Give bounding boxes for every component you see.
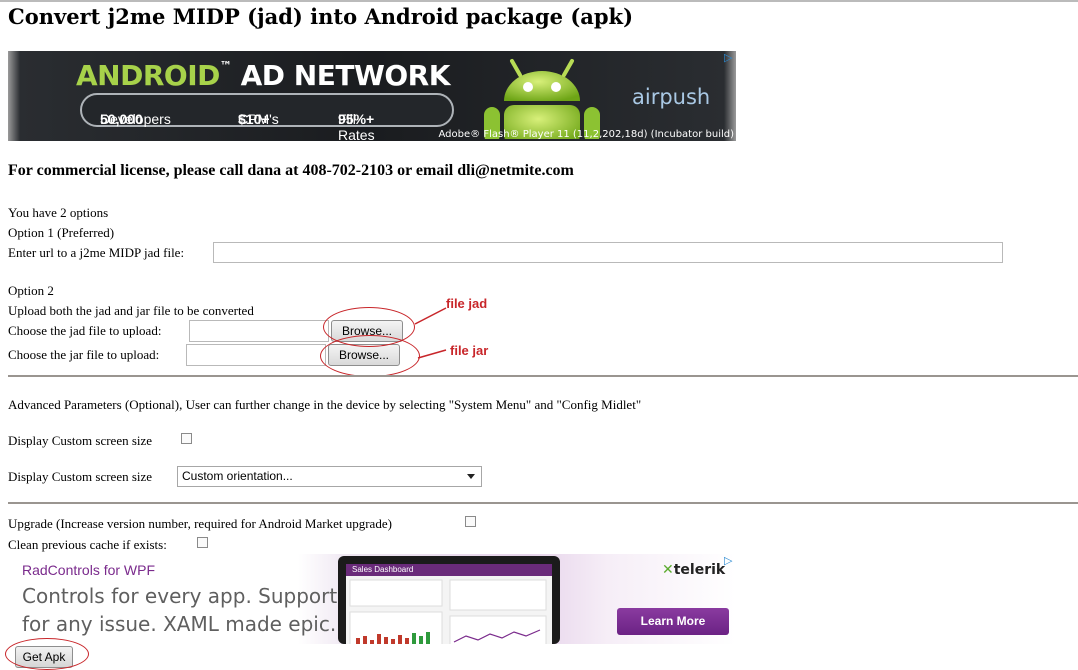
annotation-file-jad: file jad xyxy=(446,296,488,311)
dashboard-charts xyxy=(349,579,547,644)
options-intro: You have 2 options xyxy=(8,205,109,220)
android-robot-icon xyxy=(484,59,600,139)
jad-file-label: Choose the jad file to upload: xyxy=(8,323,162,338)
annotation-circle-jar xyxy=(320,335,420,377)
option1-label: Option 1 (Preferred) xyxy=(8,225,115,240)
upload-instructions: Upload both the jad and jar file to be c… xyxy=(8,303,254,318)
ad-banner-bottom[interactable]: RadControls for WPF Controls for every a… xyxy=(8,554,736,644)
ad-headline: ANDROID™ AD NETWORK xyxy=(76,59,450,92)
flash-player-note: Adobe® Flash® Player 11 (11,2,202,18d) (… xyxy=(438,129,734,140)
jad-url-input[interactable] xyxy=(213,242,1003,263)
jar-file-path[interactable] xyxy=(186,344,326,366)
orientation-select[interactable]: Custom orientation... xyxy=(177,466,482,487)
adchoices-icon-bottom[interactable]: ▷ xyxy=(724,555,736,567)
clean-cache-label: Clean previous cache if exists: xyxy=(8,537,167,552)
divider-2 xyxy=(8,502,1078,504)
orientation-select-value: Custom orientation... xyxy=(182,469,293,483)
ad-banner-top[interactable]: ANDROID™ AD NETWORK 50,000 Developers $1… xyxy=(8,51,736,141)
clean-cache-checkbox[interactable] xyxy=(197,537,208,548)
ad-product-name: RadControls for WPF xyxy=(22,562,156,578)
advanced-params-heading: Advanced Parameters (Optional), User can… xyxy=(8,397,642,412)
commercial-license-text: For commercial license, please call dana… xyxy=(8,162,574,179)
url-label: Enter url to a j2me MIDP jad file: xyxy=(8,245,185,260)
ad-tagline-2: for any issue. XAML made epic. xyxy=(22,612,337,636)
ad-stats-pill: 50,000 Developers $10+ CPM's 95%+ Fill R… xyxy=(80,93,454,141)
ad-tagline-1: Controls for every app. Support xyxy=(22,584,338,608)
ad-dashboard-screenshot: Sales Dashboard xyxy=(338,556,560,644)
dashboard-title: Sales Dashboard xyxy=(352,565,414,574)
divider-1 xyxy=(8,375,1078,377)
upgrade-label: Upgrade (Increase version number, requir… xyxy=(8,516,392,531)
jad-file-path[interactable] xyxy=(189,320,329,342)
jar-file-label: Choose the jar file to upload: xyxy=(8,347,160,362)
telerik-logo: ✕telerik xyxy=(662,562,726,578)
airpush-logo: airpush xyxy=(632,85,711,109)
option2-label: Option 2 xyxy=(8,283,54,298)
learn-more-button[interactable]: Learn More xyxy=(617,608,729,635)
annotation-file-jar: file jar xyxy=(450,343,489,358)
page-title: Convert j2me MIDP (jad) into Android pac… xyxy=(8,4,634,29)
custom-size-checkbox[interactable] xyxy=(181,433,192,444)
annotation-circle-get-apk xyxy=(5,638,89,670)
custom-size-label: Display Custom screen size xyxy=(8,433,153,448)
orientation-label: Display Custom screen size xyxy=(8,469,153,484)
upgrade-checkbox[interactable] xyxy=(465,516,476,527)
chevron-down-icon xyxy=(467,474,475,479)
adchoices-icon[interactable]: ▷ xyxy=(724,52,736,64)
